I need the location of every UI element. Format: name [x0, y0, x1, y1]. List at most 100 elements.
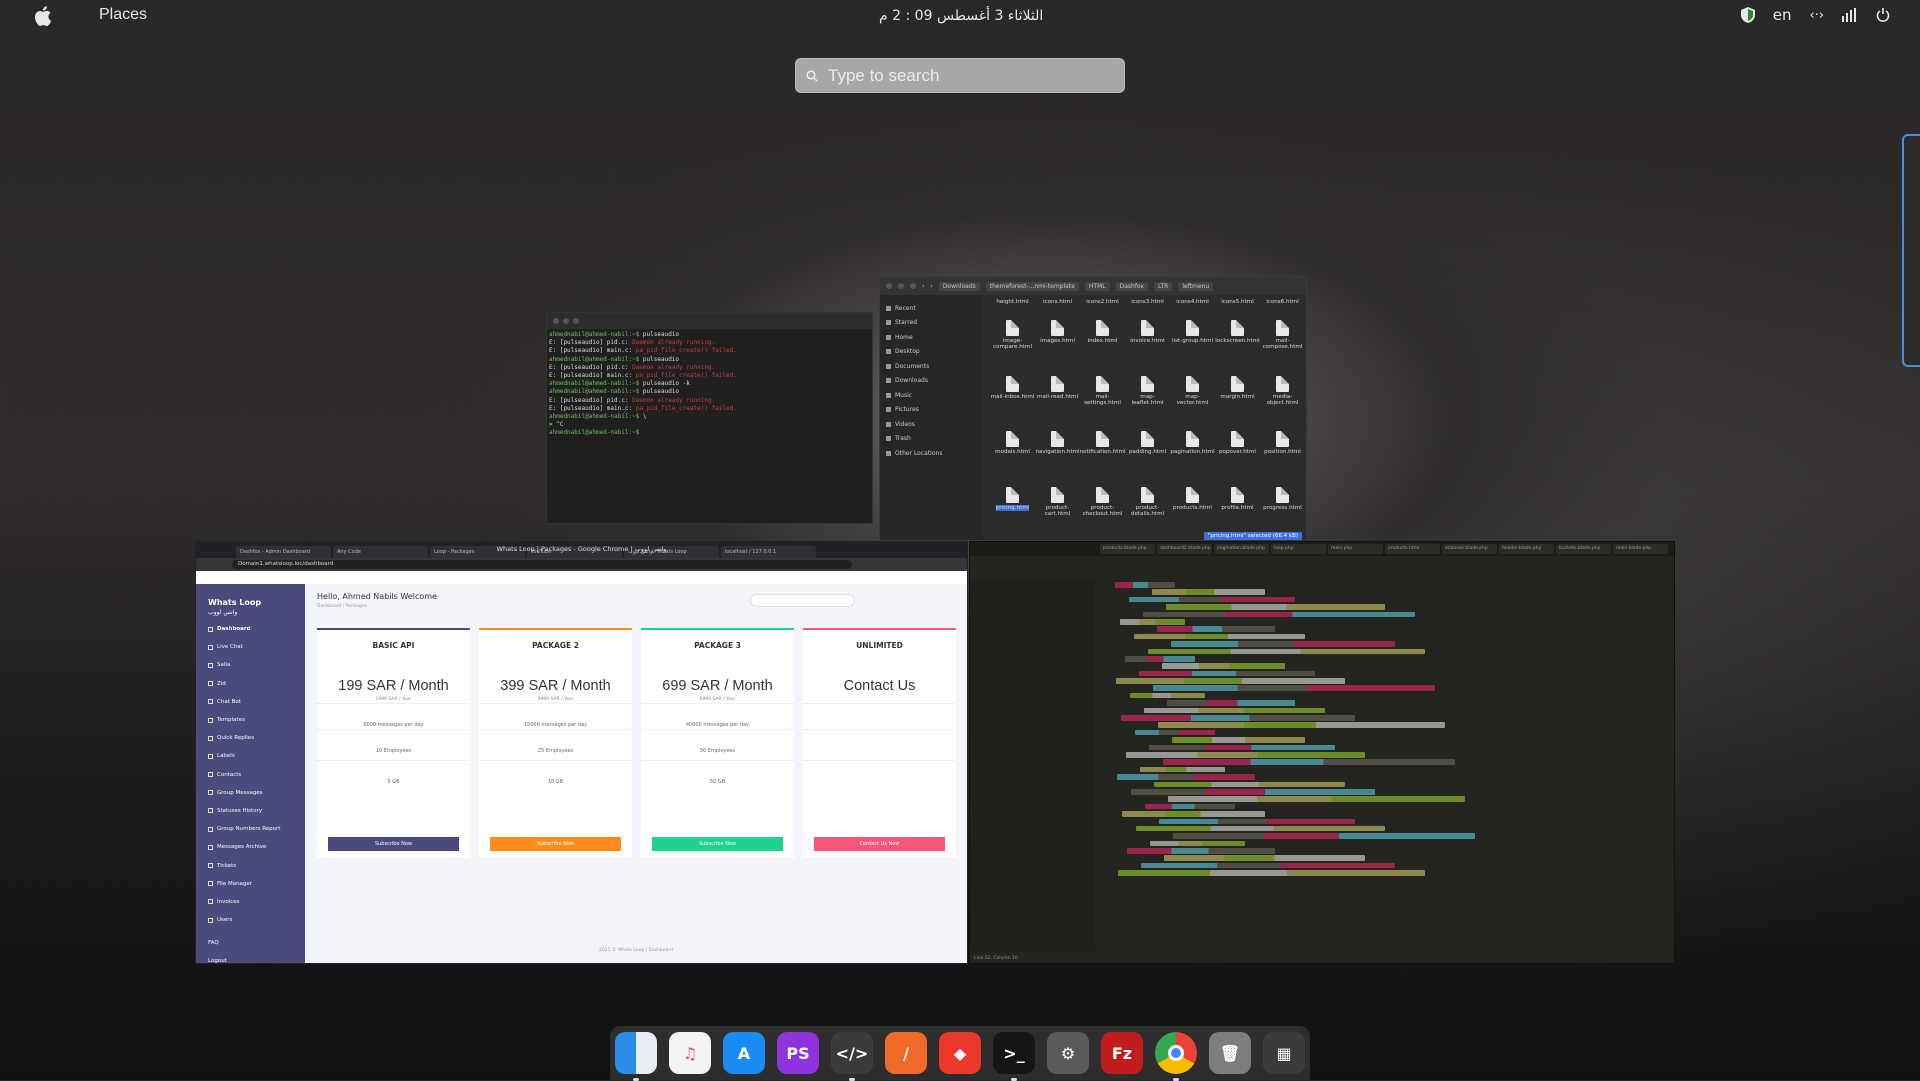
editor-tab[interactable]: products.blade.php	[1100, 544, 1155, 554]
menu-item[interactable]: Dashboard	[196, 620, 305, 638]
menu-item[interactable]: Labels	[196, 747, 305, 765]
file-item[interactable]: icons5.html	[1215, 299, 1260, 311]
sidebar-item[interactable]: Trash	[886, 432, 977, 447]
chrome-window[interactable]: Whats Loop | Packages - Google Chrome | …	[195, 541, 968, 964]
file-item[interactable]: popover.html	[1215, 431, 1260, 477]
menu-item[interactable]: Group Messages	[196, 784, 305, 802]
menu-item[interactable]: Contacts	[196, 766, 305, 784]
file-item[interactable]: navigation.html	[1035, 431, 1080, 477]
sidebar-item[interactable]: Other Locations	[886, 446, 977, 461]
power-icon[interactable]	[1876, 8, 1890, 22]
whatsloop-logo[interactable]: Whats Loop واتس لووب	[196, 584, 305, 620]
file-item[interactable]: product-details.html	[1125, 486, 1170, 533]
chrome-address-bar[interactable]: Domain1.whatsloop.loc/dashboard	[196, 558, 967, 571]
anydesk-icon[interactable]: ◆	[939, 1032, 981, 1074]
file-item[interactable]: index.html	[1080, 320, 1125, 366]
clock[interactable]: الثلاثاء 3 أغسطس 09 : 2 م	[879, 8, 1043, 24]
workspace-thumbnail[interactable]	[1902, 134, 1920, 367]
dashboard-search-input[interactable]	[750, 594, 855, 607]
code-editor-icon[interactable]: </>	[831, 1032, 873, 1081]
file-item[interactable]: notification.html	[1080, 431, 1126, 477]
subscribe-button[interactable]: Subscribe Now	[328, 837, 459, 851]
breadcrumb-item[interactable]: Dashfox	[1115, 281, 1148, 291]
subscribe-button[interactable]: Subscribe Now	[490, 837, 621, 851]
file-item[interactable]: products.html	[1170, 486, 1215, 533]
file-item[interactable]: margin.html	[1215, 375, 1260, 422]
menu-item[interactable]: Statuses History	[196, 802, 305, 820]
sublime-editor-window[interactable]: products.blade.php dashboard2.blade.php pa…	[969, 541, 1675, 964]
forward-icon[interactable]: ›	[930, 283, 932, 290]
network-icon[interactable]: ‹·›	[1809, 8, 1824, 23]
menu-item[interactable]: Invoices	[196, 893, 305, 911]
menu-item[interactable]: Chat Bot	[196, 693, 305, 711]
file-item[interactable]: product-checkout.html	[1080, 486, 1125, 533]
subscribe-button[interactable]: Subscribe Now	[652, 837, 783, 851]
file-item[interactable]: progress.html	[1260, 486, 1305, 533]
editor-tab[interactable]: loop.php	[1271, 544, 1326, 554]
menu-item[interactable]: Messages Archive	[196, 838, 305, 856]
files-window[interactable]: ‹ › Downloads themeforest-...nmi-template H…	[879, 276, 1307, 541]
volume-icon[interactable]	[1842, 8, 1858, 22]
apple-logo-icon[interactable]	[34, 6, 52, 26]
editor-tab[interactable]: main.php	[1328, 544, 1383, 554]
editor-code[interactable]	[1105, 582, 1645, 949]
terminal-titlebar[interactable]	[547, 313, 872, 329]
file-item[interactable]: icons4.html	[1170, 299, 1215, 311]
menu-item[interactable]: Logout	[196, 952, 305, 963]
file-item[interactable]: product-cart.html	[1035, 486, 1080, 533]
subscribe-button[interactable]: Contact Us Now	[814, 837, 945, 851]
editor-tab[interactable]: dashboard2.blade.php	[1157, 544, 1212, 554]
file-item[interactable]: map-leaflet.html	[1125, 375, 1170, 422]
file-item[interactable]: icons.html	[1035, 299, 1080, 311]
menu-item[interactable]: Salla	[196, 656, 305, 674]
editor-tab[interactable]: pagination.blade.php	[1214, 544, 1269, 554]
file-item[interactable]: media-object.html	[1260, 375, 1305, 422]
file-item[interactable]: icons2.html	[1080, 299, 1125, 311]
shield-icon[interactable]	[1740, 7, 1755, 23]
file-item[interactable]: icons6.html	[1260, 299, 1305, 311]
file-item[interactable]: mail-compose.html	[1260, 320, 1305, 366]
file-item[interactable]: map-vector.html	[1170, 375, 1215, 422]
menu-item[interactable]: File Manager	[196, 875, 305, 893]
menu-item[interactable]: Users	[196, 911, 305, 929]
file-item[interactable]: lockscreen.html	[1215, 320, 1260, 366]
file-item[interactable]: icons3.html	[1125, 299, 1170, 311]
file-item[interactable]: height.html	[990, 299, 1035, 311]
search-input[interactable]	[826, 64, 1106, 87]
menu-item[interactable]: Tickets	[196, 856, 305, 874]
file-item[interactable]: image-compare.html	[990, 320, 1035, 366]
file-item[interactable]: padding.html	[1125, 431, 1170, 477]
sidebar-item[interactable]: Recent	[886, 301, 977, 316]
breadcrumb-item[interactable]: themeforest-...nmi-template	[985, 281, 1079, 291]
terminal-icon[interactable]: >_	[993, 1032, 1035, 1081]
sidebar-item[interactable]: Starred	[886, 316, 977, 331]
file-item[interactable]: list-group.html	[1170, 320, 1215, 366]
url-field[interactable]: Domain1.whatsloop.loc/dashboard	[232, 560, 852, 569]
editor-tab[interactable]: header.blade.php	[1499, 544, 1554, 554]
chrome-icon[interactable]	[1155, 1032, 1197, 1081]
file-item[interactable]: mail-inbox.html	[990, 375, 1035, 422]
back-icon[interactable]: ‹	[922, 283, 924, 290]
file-item[interactable]: images.html	[1035, 320, 1080, 366]
file-item[interactable]: profile.html	[1215, 486, 1260, 533]
sidebar-item[interactable]: Documents	[886, 359, 977, 374]
menu-item[interactable]: Live Chat	[196, 638, 305, 656]
search-box[interactable]	[795, 58, 1125, 93]
sidebar-item[interactable]: Pictures	[886, 403, 977, 418]
safari-icon[interactable]: /	[885, 1032, 927, 1074]
file-item[interactable]: pagination.html	[1170, 431, 1215, 477]
sidebar-item[interactable]: Music	[886, 388, 977, 403]
editor-tab[interactable]: statuses.blade.php	[1442, 544, 1497, 554]
file-item[interactable]: invoice.html	[1125, 320, 1170, 366]
menu-item[interactable]: Group Numbers Report	[196, 820, 305, 838]
trash-icon[interactable]: 🗑	[1209, 1032, 1251, 1074]
filezilla-icon[interactable]: Fz	[1101, 1032, 1143, 1074]
file-item[interactable]: modals.html	[990, 431, 1035, 477]
breadcrumb-item[interactable]: LTR	[1153, 281, 1173, 291]
music-icon[interactable]: ♫	[669, 1032, 711, 1074]
finder-icon[interactable]	[615, 1032, 657, 1081]
breadcrumb-item[interactable]: Downloads	[938, 281, 980, 291]
editor-tab[interactable]: main.blade.php	[1613, 544, 1668, 554]
breadcrumb-item[interactable]: HTML	[1084, 281, 1110, 291]
terminal-window[interactable]: ahmednabil@ahmed-nabil:~$ pulseaudio E: …	[546, 312, 873, 524]
